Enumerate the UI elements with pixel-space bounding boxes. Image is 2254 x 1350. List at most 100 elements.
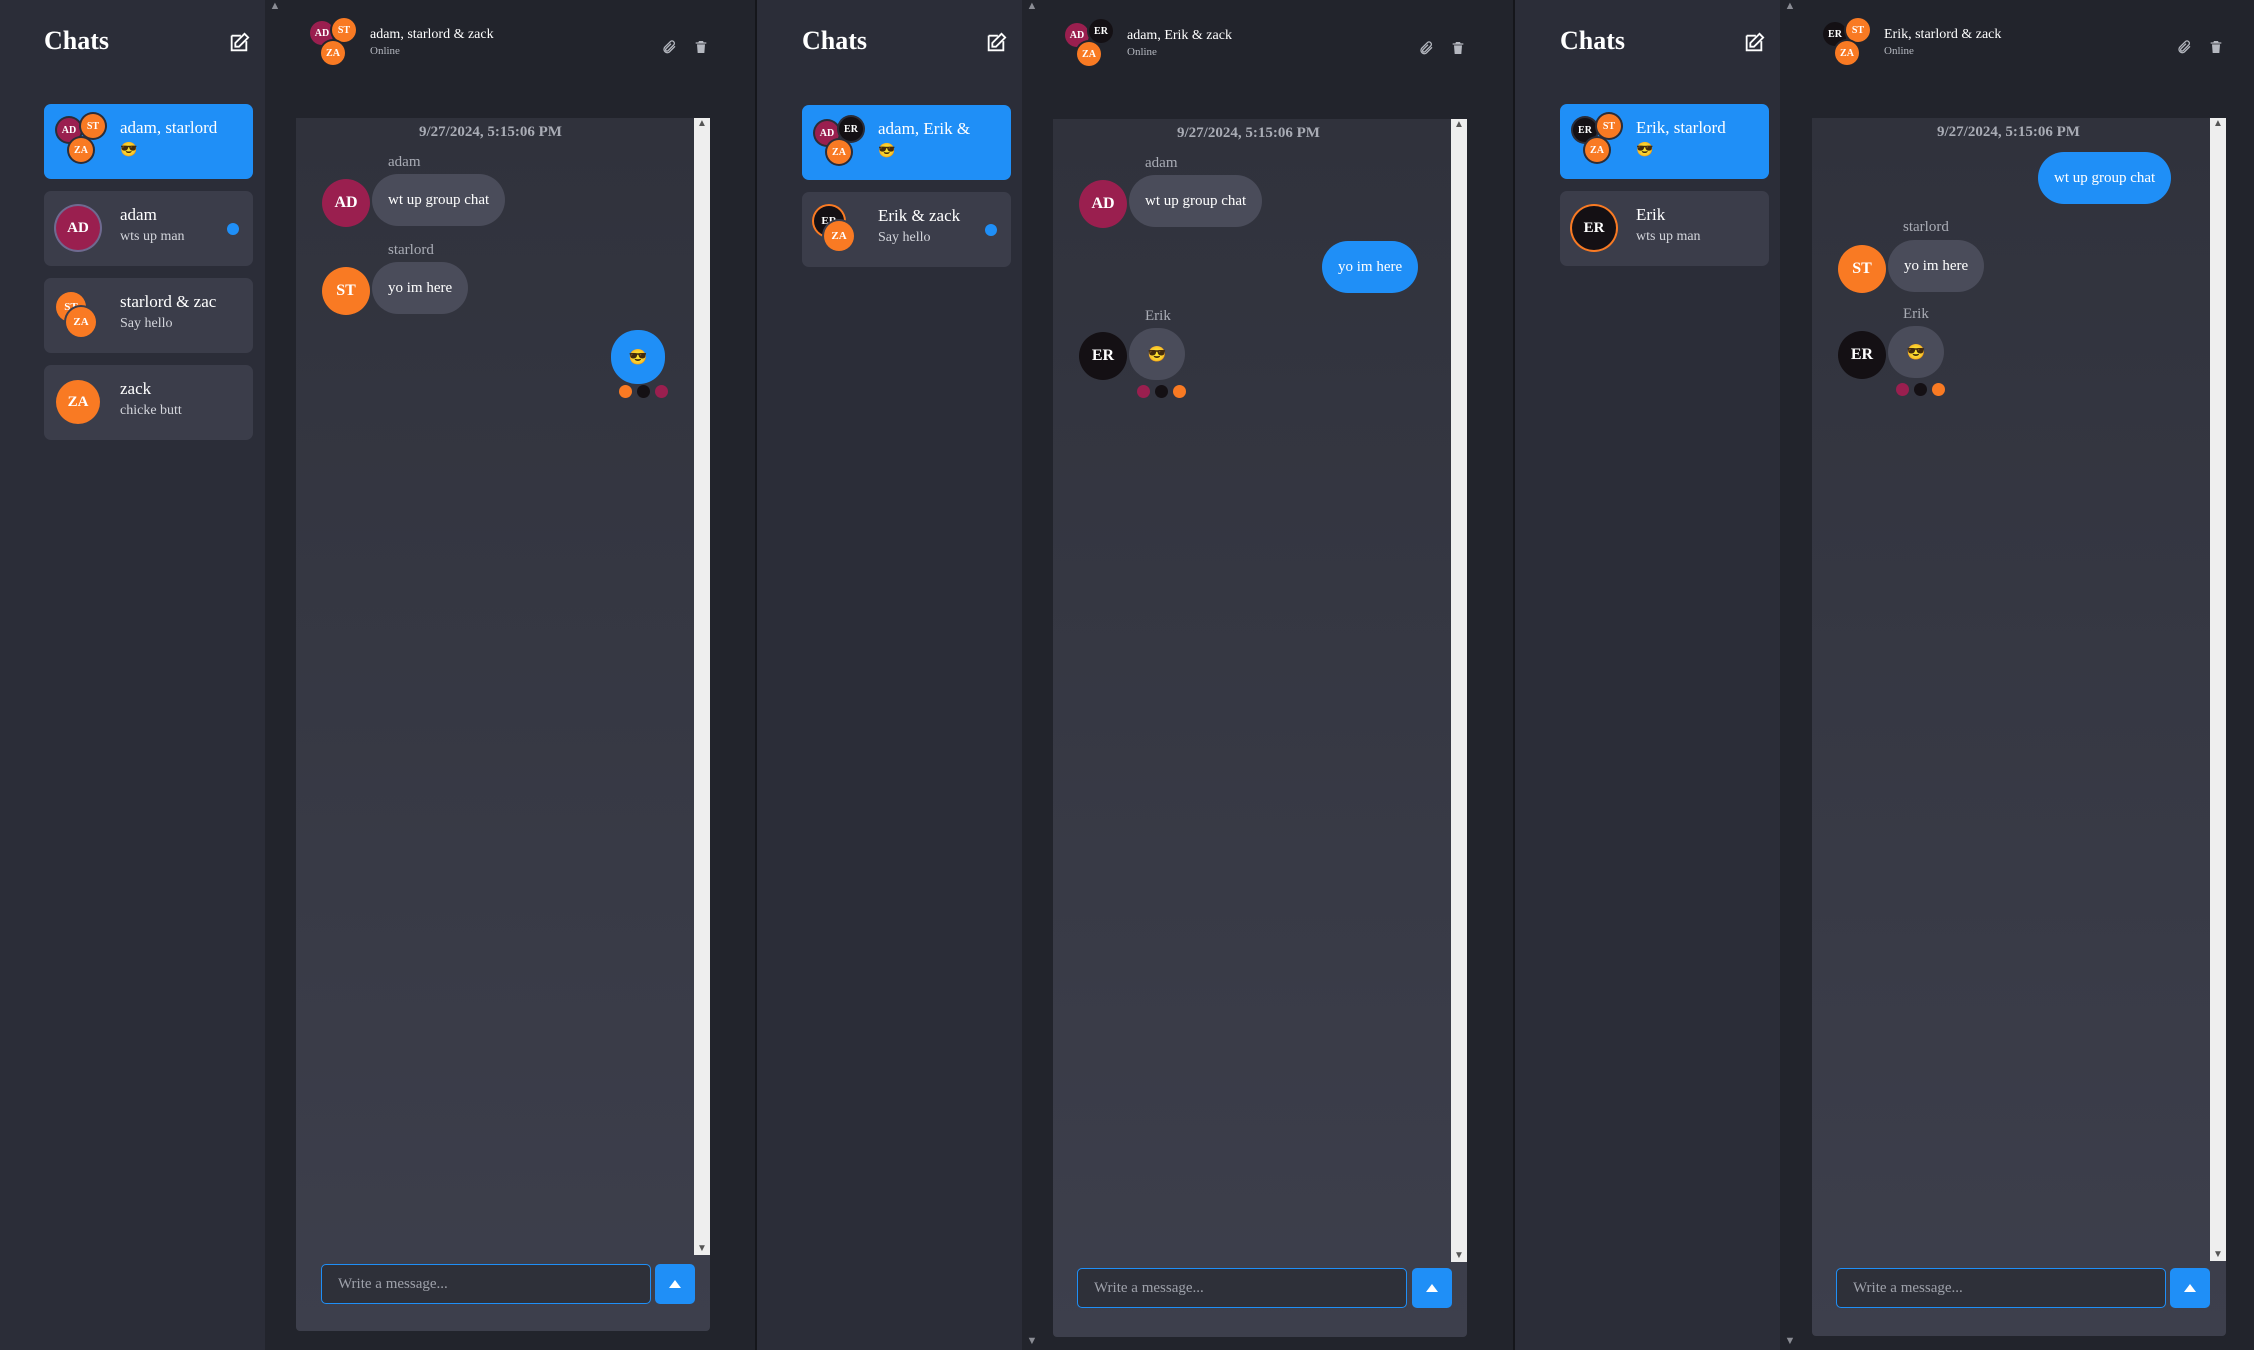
unread-indicator [227,223,239,235]
avatar: ST [332,18,356,42]
scroll-down-arrow[interactable]: ▼ [1026,1335,1038,1347]
avatar: ZA [827,140,851,164]
chat-item-starlord-zack[interactable]: ST ZA starlord & zac Say hello [44,278,253,353]
chat-item-last-message: 😎 [120,143,138,158]
trash-icon[interactable] [693,38,709,56]
scrollbar[interactable]: ▲ ▼ [694,118,710,1255]
message-sender: adam [388,154,421,170]
chat-item-last-message: Say hello [120,316,173,331]
scroll-up-arrow[interactable]: ▲ [2210,118,2226,130]
chat-item-adam-erik-zack[interactable]: AD ER ZA adam, Erik & 😎 [802,105,1011,180]
avatar: ST [1846,18,1870,42]
avatar: ZA [1585,138,1609,162]
message-list[interactable]: 9/27/2024, 5:15:06 PM wt up group chat s… [1812,118,2226,1336]
scroll-up-arrow[interactable]: ▲ [1784,0,1796,12]
message-list[interactable]: 9/27/2024, 5:15:06 PM adam AD wt up grou… [1053,119,1467,1337]
sidebar-title: Chats [1560,26,1626,55]
chat-pane-2: AD ER ZA adam, Erik & zack Online 9/27/2… [1040,0,1513,1350]
chat-title: adam, Erik & zack [1127,28,1232,43]
message-sender: Erik [1145,308,1171,324]
read-receipt-adam [655,385,668,398]
message-bubble: yo im here [1888,240,1985,292]
avatar: ZA [56,380,100,424]
new-chat-icon[interactable] [985,32,1007,54]
avatar: ZA [69,138,93,162]
chat-item-name: adam, starlord [120,118,218,137]
send-button[interactable] [655,1264,695,1304]
chat-item-last-message: wts up man [1636,229,1701,244]
chat-pane-1: AD ST ZA adam, starlord & zack Online 9/… [283,0,755,1350]
attachment-icon[interactable] [1418,39,1434,57]
send-button[interactable] [2170,1268,2210,1308]
sidebar-pane-3: Chats ER ST ZA Erik, starlord 😎 ER Erik … [1515,0,1795,1350]
avatar: AD [322,179,370,227]
scroll-down-arrow[interactable]: ▼ [694,1243,710,1255]
avatar: ZA [1835,41,1859,65]
chat-item-last-message: 😎 [1636,143,1654,158]
chat-item-adam-starlord-zack[interactable]: AD ST ZA adam, starlord 😎 [44,104,253,179]
scroll-up-arrow[interactable]: ▲ [1026,0,1038,12]
chat-item-erik-zack[interactable]: ER ZA Erik & zack Say hello [802,192,1011,267]
avatar: ER [1089,19,1113,43]
scroll-up-arrow[interactable]: ▲ [269,0,281,12]
message-bubble-outgoing: 😎 [611,330,665,384]
message-sender: starlord [388,242,434,258]
chat-pane-3: ER ST ZA Erik, starlord & zack Online 9/… [1798,0,2254,1350]
read-receipt-erik [637,385,650,398]
message-bubble: yo im here [372,262,469,314]
scroll-down-arrow[interactable]: ▼ [1451,1250,1467,1262]
message-bubble-outgoing: yo im here [1322,241,1419,293]
chat-item-zack[interactable]: ZA zack chicke butt [44,365,253,440]
attachment-icon[interactable] [661,38,677,56]
read-receipt-erik [1155,385,1168,398]
scroll-down-arrow[interactable]: ▼ [1784,1335,1796,1347]
avatar: ZA [824,221,854,251]
message-timestamp: 9/27/2024, 5:15:06 PM [419,124,562,140]
message-input[interactable]: Write a message... [321,1264,651,1304]
chat-item-last-message: 😎 [878,144,896,159]
scroll-up-arrow[interactable]: ▲ [694,118,710,130]
scroll-up-arrow[interactable]: ▲ [1451,119,1467,131]
avatar: ZA [66,307,96,337]
message-bubble: wt up group chat [372,174,506,226]
message-bubble: wt up group chat [1129,175,1263,227]
message-input[interactable]: Write a message... [1077,1268,1407,1308]
message-bubble-outgoing: wt up group chat [2038,152,2172,204]
chat-item-name: Erik, starlord [1636,118,1726,137]
new-chat-icon[interactable] [228,32,250,54]
chat-item-last-message: chicke butt [120,403,182,418]
scrollbar[interactable]: ▲ ▼ [1451,119,1467,1262]
message-sender: Erik [1903,306,1929,322]
send-arrow-icon [669,1280,681,1288]
new-chat-icon[interactable] [1743,32,1765,54]
trash-icon[interactable] [2208,38,2224,56]
sidebar-title: Chats [44,26,110,55]
avatar: ER [1079,332,1127,380]
trash-icon[interactable] [1450,39,1466,57]
send-arrow-icon [2184,1284,2196,1292]
avatar: ZA [1077,42,1101,66]
attachment-icon[interactable] [2176,38,2192,56]
chat-item-adam[interactable]: AD adam wts up man [44,191,253,266]
chat-item-erik-starlord-zack[interactable]: ER ST ZA Erik, starlord 😎 [1560,104,1769,179]
chat-item-erik[interactable]: ER Erik wts up man [1560,191,1769,266]
scrollbar[interactable]: ▲ ▼ [2210,118,2226,1261]
chat-item-name: Erik [1636,205,1666,224]
read-receipt-adam [1896,383,1909,396]
send-button[interactable] [1412,1268,1452,1308]
read-receipt-starlord [619,385,632,398]
avatar: AD [1079,180,1127,228]
message-sender: adam [1145,155,1178,171]
message-list[interactable]: 9/27/2024, 5:15:06 PM adam AD wt up grou… [296,118,710,1331]
sidebar-title: Chats [802,26,868,55]
chat-item-name: adam, Erik & [878,119,971,138]
send-arrow-icon [1426,1284,1438,1292]
chat-item-name: starlord & zac [120,292,217,311]
chat-item-name: Erik & zack [878,206,961,225]
message-input[interactable]: Write a message... [1836,1268,2166,1308]
avatar: ST [1597,114,1621,138]
scroll-down-arrow[interactable]: ▼ [2210,1249,2226,1261]
message-bubble: 😎 [1129,328,1185,380]
avatar: ER [1572,206,1616,250]
avatar: ST [322,267,370,315]
